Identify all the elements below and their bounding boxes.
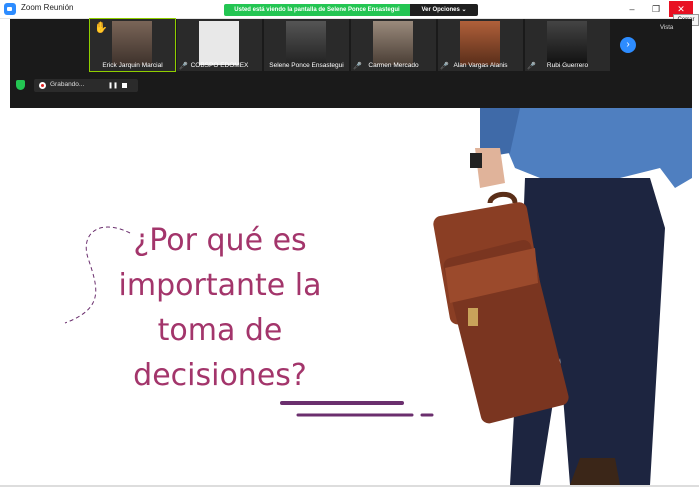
raised-hand-icon: ✋ (94, 22, 108, 34)
participant-name: Carmen Mercado (368, 62, 419, 69)
participant-video (112, 21, 152, 65)
participant-tile[interactable]: 🎤 Carmen Mercado (351, 19, 436, 71)
next-page-button[interactable]: › (620, 37, 636, 53)
participant-tile[interactable]: 🎤 COBSPO EDOMEX (177, 19, 262, 71)
record-dot-icon (39, 82, 46, 89)
screen-share-banner-text: Usted está viendo la pantalla de Selene … (224, 4, 410, 16)
participant-video (199, 21, 239, 65)
participant-name: Erick Jarquin Marcial (102, 62, 163, 69)
participant-name: Selene Ponce Ensastegui (269, 62, 344, 69)
participant-video (460, 21, 500, 65)
security-shield-icon (16, 80, 25, 90)
participant-video (373, 21, 413, 65)
participant-name: COBSPO EDOMEX (190, 62, 249, 69)
participant-name: Rubi Guerrero (546, 62, 589, 69)
zoom-logo-icon (4, 3, 16, 15)
restore-button[interactable]: ❐ (645, 1, 667, 17)
recording-label: Grabando... (50, 81, 85, 88)
participant-gallery-strip: ✋ Erick Jarquin Marcial 🎤 COBSPO EDOMEX … (10, 18, 692, 108)
screen-share-banner: Usted está viendo la pantalla de Selene … (224, 4, 478, 16)
participant-video (547, 21, 587, 65)
app-title: Zoom Reunión (21, 3, 74, 12)
businessman-briefcase-image (433, 108, 692, 485)
participant-tile[interactable]: Selene Ponce Ensastegui (264, 19, 349, 71)
view-options-button[interactable]: Ver Opciones ⌄ (410, 4, 478, 16)
window-titlebar: Zoom Reunión Usted está viendo la pantal… (0, 0, 699, 26)
participant-tile[interactable]: ✋ Erick Jarquin Marcial (89, 18, 176, 72)
stop-icon[interactable] (122, 83, 127, 88)
participant-name: Alan Vargas Alanis (453, 62, 508, 69)
view-toggle[interactable]: Vista (660, 25, 673, 31)
participant-tile[interactable]: 🎤 Rubi Guerrero (525, 19, 610, 71)
recording-indicator: Grabando... ❚❚ (34, 79, 138, 92)
participant-tile[interactable]: 🎤 Alan Vargas Alanis (438, 19, 523, 71)
pause-icon[interactable]: ❚❚ (108, 82, 118, 89)
participant-video (286, 21, 326, 65)
minimize-button[interactable]: – (621, 1, 643, 17)
shared-screen-slide: ¿Por qué es importante la toma de decisi… (10, 108, 692, 485)
